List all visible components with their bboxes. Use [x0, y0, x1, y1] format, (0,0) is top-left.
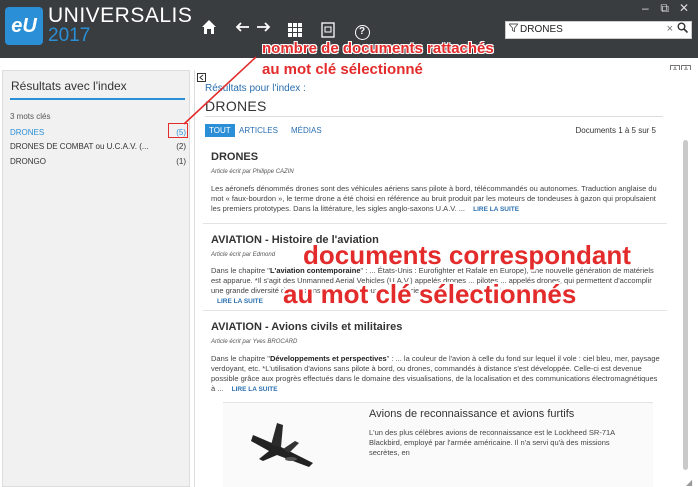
search-input[interactable]: DRONES: [520, 24, 563, 35]
magnifier-icon[interactable]: [677, 22, 689, 36]
resize-grip-icon[interactable]: ◢: [686, 478, 692, 487]
result-excerpt-prefix: Dans le chapitre ": [211, 266, 270, 275]
media-caption: L'un des plus célèbres avions de reconna…: [369, 428, 615, 457]
keyword-doc-count: (2): [176, 142, 186, 151]
keyword-count: 3 mots clés: [10, 112, 51, 121]
annotation-text: au mot clé sélectionnés: [283, 279, 577, 309]
annotation-text: nombre de documents rattachés: [262, 40, 494, 57]
window-controls: – ⧉ ✕: [637, 1, 692, 16]
search-box[interactable]: DRONES ×: [505, 21, 692, 39]
app-logo: eU: [5, 7, 43, 45]
tab-medias[interactable]: MÉDIAS: [287, 124, 326, 137]
keyword-doc-count: (1): [176, 157, 186, 166]
read-more-link[interactable]: LIRE LA SUITE: [473, 206, 519, 213]
results-for-label: Résultats pour l'index :: [205, 83, 306, 94]
media-title[interactable]: Avions de reconnaissance et avions furti…: [369, 408, 574, 420]
result-item[interactable]: DRONES Article écrit par Philippe CAZIN …: [203, 142, 667, 224]
result-item[interactable]: AVIATION - Avions civils et militaires A…: [203, 313, 667, 401]
index-sidebar: Résultats avec l'index 3 mots clés DRONE…: [2, 70, 190, 487]
tab-all[interactable]: TOUT: [205, 124, 235, 137]
aircraft-thumbnail[interactable]: [243, 415, 317, 470]
result-title[interactable]: DRONES: [211, 151, 258, 163]
result-excerpt: Les aéronefs dénommés drones sont des vé…: [211, 184, 661, 215]
results-scrollbar[interactable]: [683, 140, 688, 470]
media-result-card[interactable]: Avions de reconnaissance et avions furti…: [223, 402, 653, 487]
result-excerpt-prefix: Dans le chapitre ": [211, 354, 270, 363]
keyword-label[interactable]: DRONGO: [10, 157, 46, 166]
result-excerpt: Dans le chapitre "Développements et pers…: [211, 354, 661, 395]
minimize-icon[interactable]: –: [637, 1, 653, 15]
result-chapter-name: Développements et perspectives: [269, 354, 387, 363]
home-icon[interactable]: [198, 19, 220, 41]
tab-articles[interactable]: ARTICLES: [235, 124, 282, 137]
result-author: Article écrit par Edmond: [211, 252, 276, 258]
help-icon[interactable]: ?: [351, 19, 373, 41]
document-counter: Documents 1 à 5 sur 5: [575, 126, 656, 135]
back-arrow-icon[interactable]: [232, 19, 254, 41]
document-icon[interactable]: [317, 19, 339, 41]
app-year: 2017: [48, 25, 91, 46]
results-keyword: DRONES: [205, 98, 267, 114]
forward-arrow-icon[interactable]: [252, 19, 274, 41]
keyword-label[interactable]: DRONES DE COMBAT ou U.C.A.V. (...: [10, 142, 149, 151]
close-icon[interactable]: ✕: [676, 1, 692, 15]
maximize-icon[interactable]: ⧉: [657, 1, 673, 16]
annotation-text: documents correspondant: [303, 240, 631, 270]
result-title[interactable]: AVIATION - Avions civils et militaires: [211, 321, 402, 333]
annotation-text: au mot clé sélectionné: [262, 61, 423, 78]
result-author: Article écrit par Philippe CAZIN: [211, 169, 294, 175]
result-author: Article écrit par Yves BROCARD: [211, 339, 298, 345]
read-more-link[interactable]: LIRE LA SUITE: [232, 386, 278, 393]
divider: [205, 116, 663, 117]
result-excerpt-text: Les aéronefs dénommés drones sont des vé…: [211, 184, 657, 213]
grid-icon[interactable]: [284, 19, 306, 41]
sidebar-title: Résultats avec l'index: [11, 79, 127, 93]
annotation-highlight-box: [168, 123, 188, 138]
keyword-label[interactable]: DRONES: [10, 128, 44, 137]
funnel-icon[interactable]: [508, 23, 519, 35]
read-more-link[interactable]: LIRE LA SUITE: [217, 298, 263, 305]
clear-search-icon[interactable]: ×: [667, 23, 673, 35]
sidebar-title-underline: [10, 98, 185, 100]
